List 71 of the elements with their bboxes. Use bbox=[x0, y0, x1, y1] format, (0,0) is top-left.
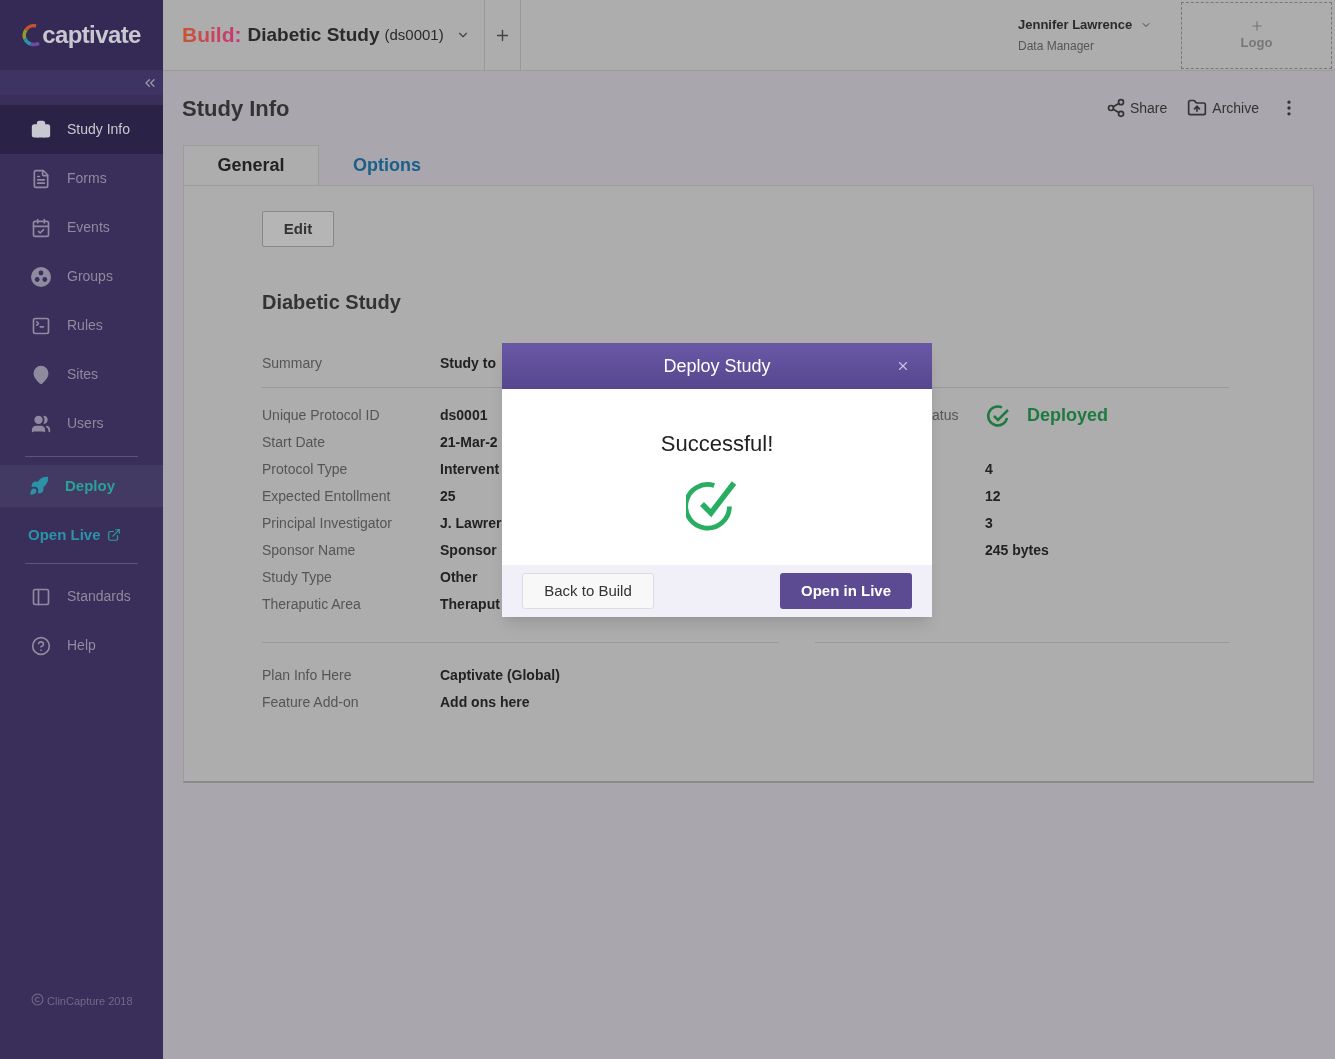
user-menu[interactable]: Jennifer Lawrence Data Manager bbox=[1011, 0, 1181, 70]
field-value: Theraput bbox=[440, 595, 500, 614]
field-value: 245 bytes bbox=[985, 541, 1049, 560]
field-label: Feature Add-on bbox=[262, 693, 360, 712]
back-button[interactable]: Back to Build bbox=[522, 573, 654, 609]
sidebar-item[interactable]: Help bbox=[0, 621, 163, 670]
sidebar-item[interactable]: Study Info bbox=[0, 105, 163, 154]
field-label: Protocol Type bbox=[262, 460, 349, 479]
field-value: Add ons here bbox=[440, 693, 530, 712]
copyright-text: ClinCapture 2018 bbox=[47, 994, 133, 1009]
field-label: Expected Entollment bbox=[262, 487, 392, 506]
plus-icon bbox=[1249, 18, 1264, 33]
open-live-link[interactable]: Open Live bbox=[0, 507, 163, 563]
success-message: Successful! bbox=[660, 430, 774, 458]
sidebar-item[interactable]: Standards bbox=[0, 572, 163, 621]
field-label: Plan Info Here bbox=[262, 666, 353, 685]
tab[interactable]: General bbox=[183, 145, 319, 185]
edit-button[interactable]: Edit bbox=[262, 211, 334, 247]
field-value: 25 bbox=[440, 487, 456, 506]
field-label: Unique Protocol ID bbox=[262, 406, 381, 425]
field-label: Summary bbox=[262, 354, 323, 373]
rocket-icon bbox=[29, 476, 49, 496]
field-value: Sponsor bbox=[440, 541, 497, 560]
field-label: Start Date bbox=[262, 433, 327, 452]
sidebar-item[interactable]: Rules bbox=[0, 301, 163, 350]
dialog-title: Deploy Study bbox=[663, 354, 771, 378]
page-title: Study Info bbox=[182, 94, 290, 123]
deploy-item[interactable]: Deploy bbox=[0, 465, 163, 507]
calendar-icon bbox=[31, 217, 51, 238]
help-icon bbox=[31, 635, 51, 656]
field-value: 4 bbox=[985, 460, 993, 479]
field-value: J. Lawrer bbox=[440, 514, 502, 533]
users-icon bbox=[31, 413, 51, 434]
study-id: (ds0001) bbox=[384, 24, 444, 45]
book-icon bbox=[31, 586, 51, 607]
share-button[interactable]: Share bbox=[1105, 97, 1168, 119]
copyright-icon bbox=[31, 993, 44, 1006]
open-in-live-button[interactable]: Open in Live bbox=[780, 573, 912, 609]
sidebar-item[interactable]: Groups bbox=[0, 252, 163, 301]
tab[interactable]: Options bbox=[319, 145, 455, 185]
field-label: Study Type bbox=[262, 568, 333, 587]
field-label: Principal Investigator bbox=[262, 514, 393, 533]
share-icon bbox=[1105, 98, 1126, 118]
study-name: Diabetic Study bbox=[262, 290, 402, 315]
status-text: Deployed bbox=[1027, 404, 1109, 427]
field-label: atus bbox=[932, 407, 959, 423]
map-pin-icon bbox=[31, 364, 51, 385]
field-value: ds0001 bbox=[440, 406, 488, 425]
close-icon[interactable] bbox=[896, 359, 910, 373]
field-value: Study to bbox=[440, 354, 496, 373]
sidebar-item[interactable]: Events bbox=[0, 203, 163, 252]
field-label: Sponsor Name bbox=[262, 541, 357, 560]
folder-upload-icon bbox=[1187, 98, 1208, 118]
group-icon bbox=[31, 266, 51, 287]
field-value: 21-Mar-2 bbox=[440, 433, 498, 452]
field-value: Intervent bbox=[440, 460, 500, 479]
briefcase-icon bbox=[31, 119, 51, 140]
document-icon bbox=[31, 168, 51, 189]
sidebar-item[interactable]: Forms bbox=[0, 154, 163, 203]
field-value: 3 bbox=[985, 514, 993, 533]
brand-logo: captivate bbox=[42, 20, 141, 50]
sidebar-item[interactable]: Sites bbox=[0, 350, 163, 399]
field-value: 12 bbox=[985, 487, 1001, 506]
archive-button[interactable]: Archive bbox=[1187, 97, 1259, 119]
external-link-icon bbox=[106, 528, 121, 542]
field-label: Theraputic Area bbox=[262, 595, 362, 614]
study-title: Diabetic Study bbox=[247, 22, 380, 47]
sidebar-item[interactable]: Users bbox=[0, 399, 163, 448]
field-value: Captivate (Global) bbox=[440, 666, 560, 685]
terminal-icon bbox=[31, 315, 51, 336]
field-value: Other bbox=[440, 568, 478, 587]
